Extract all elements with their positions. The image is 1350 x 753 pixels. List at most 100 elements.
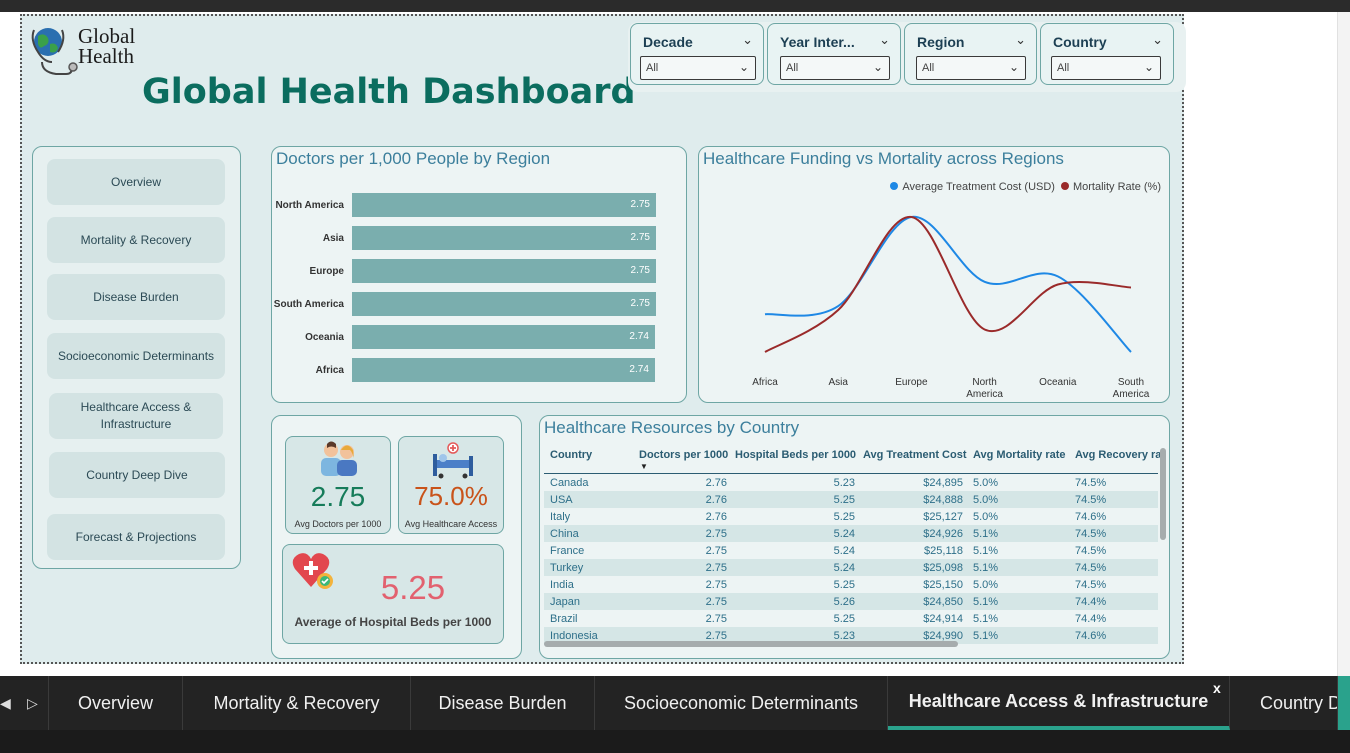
tab-next-icon[interactable]: ▷ — [27, 676, 41, 730]
table-row[interactable]: Turkey 2.75 5.24 $25,098 5.1% 74.5% — [544, 559, 1158, 576]
table-cell: 5.25 — [833, 494, 855, 506]
slicer-label: Country — [1053, 34, 1107, 50]
table-cell: 2.76 — [705, 511, 727, 523]
table-row[interactable]: Brazil 2.75 5.25 $24,914 5.1% 74.4% — [544, 610, 1158, 627]
funding-vs-mortality-chart: Healthcare Funding vs Mortality across R… — [698, 146, 1170, 403]
nav-overview-button[interactable]: Overview — [47, 159, 225, 205]
column-header-mortality[interactable]: Avg Mortality rate — [973, 449, 1066, 461]
table-cell: $25,150 — [923, 579, 963, 591]
kpi-access-label: Avg Healthcare Access — [404, 519, 498, 529]
tab-prev-icon[interactable]: ◀ — [0, 676, 12, 730]
bar-value-label: 2.75 — [630, 232, 650, 243]
x-tick-label: Africa — [752, 377, 778, 388]
nav-disease-burden-button[interactable]: Disease Burden — [47, 274, 225, 320]
table-row[interactable]: Japan 2.75 5.26 $24,850 5.1% 74.4% — [544, 593, 1158, 610]
bar-category-label: Asia — [322, 233, 344, 244]
table-cell: India — [550, 579, 574, 591]
bar[interactable]: 2.74 — [352, 358, 655, 382]
chevron-down-icon: ⌄ — [738, 60, 749, 74]
table-cell: France — [550, 545, 585, 557]
bar-category-label: Oceania — [305, 332, 344, 343]
chevron-down-icon[interactable]: ⌄ — [742, 32, 753, 48]
bar-value-label: 2.74 — [629, 364, 649, 375]
table-row[interactable]: China 2.75 5.24 $24,926 5.1% 74.5% — [544, 525, 1158, 542]
slicer-dropdown[interactable]: All ⌄ — [780, 56, 890, 80]
slicer-label: Year Inter... — [780, 34, 855, 50]
table-cell: 2.75 — [705, 528, 727, 540]
tab-country-deep-dive[interactable]: Country D — [1230, 676, 1338, 730]
table-cell: $24,888 — [923, 494, 963, 506]
table-row[interactable]: India 2.75 5.25 $25,150 5.0% 74.5% — [544, 576, 1158, 593]
table-cell: Japan — [550, 596, 580, 608]
tab-disease-burden[interactable]: Disease Burden — [411, 676, 595, 730]
tab-healthcare-access[interactable]: Healthcare Access & Infrastructure — [888, 676, 1230, 730]
chevron-down-icon[interactable]: ⌄ — [879, 32, 890, 48]
bar[interactable]: 2.74 — [352, 325, 655, 349]
doctors-icon — [321, 441, 357, 476]
logo-line-1: Global — [78, 24, 136, 48]
bar[interactable]: 2.75 — [352, 259, 656, 283]
x-tick-label: Europe — [895, 377, 928, 388]
nav-country-deep-dive-button[interactable]: Country Deep Dive — [49, 452, 225, 498]
kpi-doctors-card: 2.75 Avg Doctors per 1000 — [285, 436, 391, 534]
chevron-down-icon[interactable]: ⌄ — [1015, 32, 1026, 48]
vertical-scrollbar[interactable] — [1160, 448, 1166, 540]
x-tick-label: America — [966, 389, 1003, 400]
nav-healthcare-access-button[interactable]: Healthcare Access & Infrastructure — [49, 393, 223, 439]
column-header-beds[interactable]: Hospital Beds per 1000 — [735, 449, 856, 461]
table-cell: 5.25 — [833, 511, 855, 523]
tab-overview[interactable]: Overview — [48, 676, 183, 730]
bar[interactable]: 2.75 — [352, 193, 656, 217]
page-scrollbar[interactable] — [1337, 12, 1350, 676]
column-header-country[interactable]: Country — [550, 449, 592, 461]
close-tab-icon[interactable]: x — [1213, 680, 1221, 696]
chevron-down-icon[interactable]: ⌄ — [1152, 32, 1163, 48]
table-cell: 5.1% — [973, 528, 999, 540]
hospital-bed-icon — [433, 442, 473, 479]
slicer-dropdown[interactable]: All ⌄ — [1051, 56, 1161, 80]
series-line[interactable] — [764, 215, 1132, 353]
nav-socioeconomic-button[interactable]: Socioeconomic Determinants — [47, 333, 225, 379]
slicer-dropdown[interactable]: All ⌄ — [916, 56, 1026, 80]
nav-forecast-button[interactable]: Forecast & Projections — [47, 514, 225, 560]
tab-socioeconomic[interactable]: Socioeconomic Determinants — [595, 676, 888, 730]
table-cell: 2.75 — [705, 562, 727, 574]
table-row[interactable]: Canada 2.76 5.23 $24,895 5.0% 74.5% — [544, 474, 1158, 491]
slicer-decade[interactable]: Decade ⌄ All ⌄ — [630, 23, 764, 85]
table-cell: Canada — [550, 477, 589, 489]
x-tick-label: Asia — [828, 377, 848, 388]
table-cell: Turkey — [550, 562, 584, 574]
logo-text: Global Health — [78, 24, 136, 67]
nav-mortality-recovery-button[interactable]: Mortality & Recovery — [47, 217, 225, 263]
chevron-down-icon: ⌄ — [1143, 60, 1154, 74]
horizontal-scrollbar[interactable] — [544, 641, 958, 647]
bar-category-label: Africa — [315, 365, 344, 376]
table-title: Healthcare Resources by Country — [544, 418, 800, 437]
column-header-cost[interactable]: Avg Treatment Cost — [863, 449, 967, 461]
table-cell: 2.76 — [705, 477, 727, 489]
series-line[interactable] — [764, 215, 1132, 353]
bar[interactable]: 2.75 — [352, 292, 656, 316]
table-cell: 5.24 — [833, 562, 855, 574]
kpi-access-card: 75.0% Avg Healthcare Access — [398, 436, 504, 534]
tab-mortality-recovery[interactable]: Mortality & Recovery — [183, 676, 411, 730]
kpi-panel: 2.75 Avg Doctors per 1000 75.0% Avg Heal… — [271, 415, 522, 659]
table-cell: 2.75 — [705, 596, 727, 608]
top-strip — [0, 0, 1350, 12]
table-row[interactable]: USA 2.76 5.25 $24,888 5.0% 74.5% — [544, 491, 1158, 508]
slicer-year-interval[interactable]: Year Inter... ⌄ All ⌄ — [767, 23, 901, 85]
bar-plot-area: North America 2.75 Asia 2.75 Europe 2.75 South… — [272, 147, 688, 404]
table-cell: Brazil — [550, 613, 578, 625]
slicer-country[interactable]: Country ⌄ All ⌄ — [1040, 23, 1174, 85]
table-cell: 74.5% — [1075, 545, 1107, 557]
table-cell: 74.4% — [1075, 596, 1107, 608]
slicer-region[interactable]: Region ⌄ All ⌄ — [904, 23, 1037, 85]
column-header-doctors[interactable]: Doctors per 1000 — [639, 449, 728, 461]
table-row[interactable]: Italy 2.76 5.25 $25,127 5.0% 74.6% — [544, 508, 1158, 525]
slicer-dropdown[interactable]: All ⌄ — [640, 56, 756, 80]
table-row[interactable]: France 2.75 5.24 $25,118 5.1% 74.5% — [544, 542, 1158, 559]
bar[interactable]: 2.75 — [352, 226, 656, 250]
x-tick-label: Oceania — [1039, 377, 1077, 388]
table-cell: 74.5% — [1075, 528, 1107, 540]
column-header-recovery[interactable]: Avg Recovery rat — [1075, 449, 1161, 461]
